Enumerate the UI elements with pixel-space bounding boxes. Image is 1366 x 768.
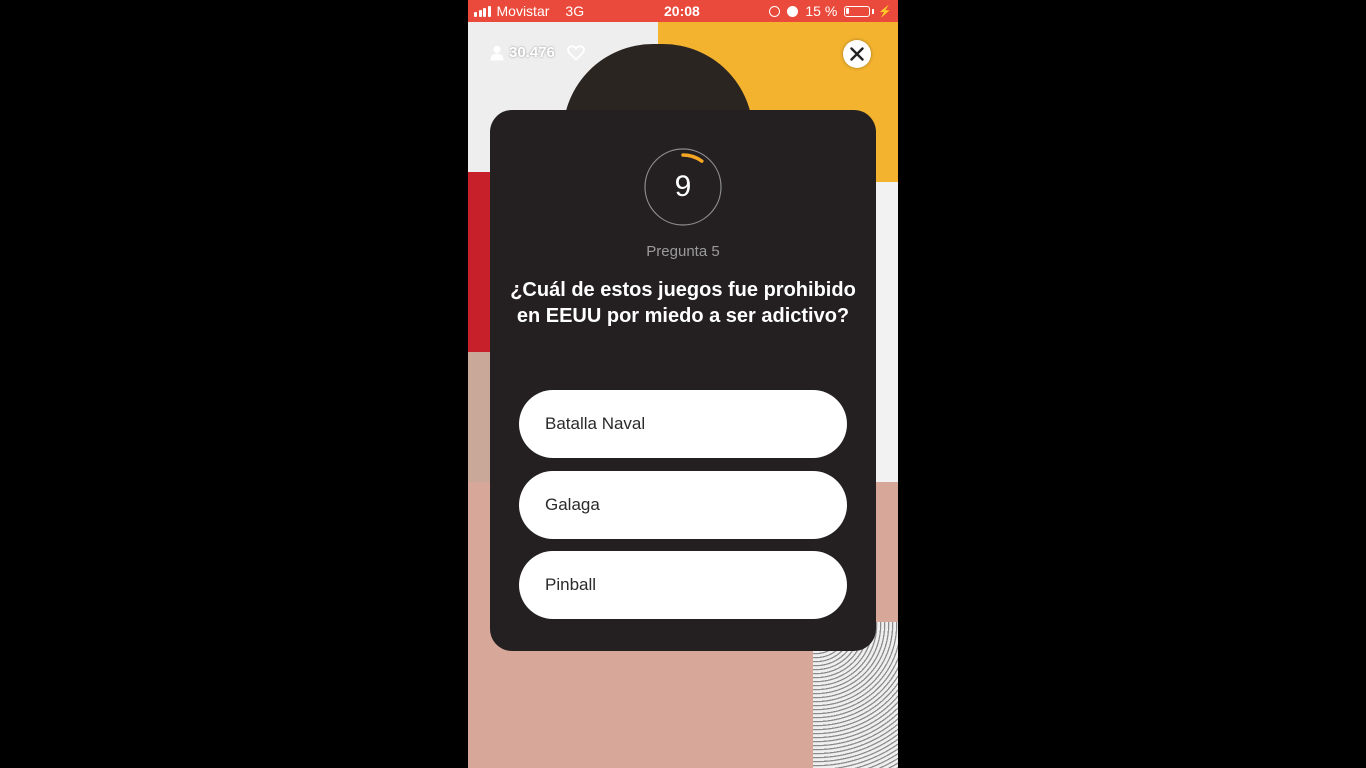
alarm-icon: [787, 5, 799, 17]
close-icon: [850, 47, 864, 61]
video-red-sign: [468, 172, 490, 352]
network-type: 3G: [565, 3, 585, 19]
status-time: 20:08: [664, 3, 700, 19]
timer-seconds: 9: [674, 170, 692, 203]
carrier-name: Movistar: [496, 3, 550, 19]
battery-icon: [844, 5, 871, 17]
answer-option-3[interactable]: Pinball: [519, 551, 847, 619]
battery-percent: 15 %: [805, 3, 838, 19]
phone-screen: Movistar 3G 20:08 15 % ⚡ 30.476 9 Pregun…: [468, 0, 898, 768]
countdown-timer: 9: [643, 147, 723, 227]
question-number: Pregunta 5: [646, 243, 720, 260]
close-button[interactable]: [843, 40, 871, 68]
person-icon: [490, 45, 504, 60]
answer-option-1[interactable]: Batalla Naval: [519, 390, 847, 458]
charging-icon: ⚡: [878, 5, 892, 18]
battery-tip: [872, 8, 875, 14]
signal-icon: [474, 5, 491, 17]
question-text: ¿Cuál de estos juegos fue prohibido en E…: [510, 279, 856, 327]
rotation-lock-icon: [769, 5, 781, 17]
status-bar: Movistar 3G 20:08 15 % ⚡: [468, 0, 898, 22]
question-card: 9 Pregunta 5 ¿Cuál de estos juegos fue p…: [490, 110, 876, 651]
answer-option-2[interactable]: Galaga: [519, 471, 847, 539]
viewer-count: 30.476: [509, 44, 555, 61]
viewer-counter: 30.476: [490, 44, 585, 61]
status-icons: 15 % ⚡: [769, 3, 892, 19]
heart-icon[interactable]: [566, 44, 585, 61]
